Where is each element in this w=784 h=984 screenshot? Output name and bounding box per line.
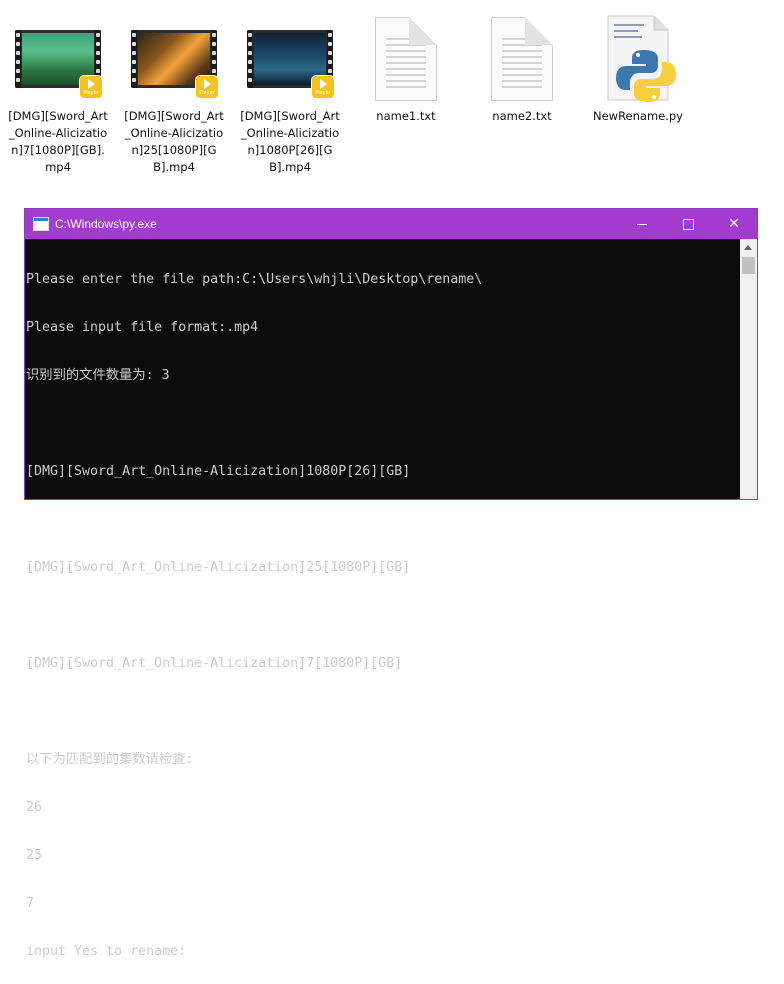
console-window[interactable]: C:\Windows\py.exe ✕ Please enter the fil…: [24, 208, 758, 959]
scroll-up-icon[interactable]: [744, 245, 752, 250]
console-line: [DMG][Sword_Art_Online-Alicization]7[108…: [26, 656, 403, 671]
python-file-icon: [594, 14, 682, 104]
console-line: [DMG][Sword_Art_Online-Alicization]25[10…: [26, 560, 411, 575]
console-line: input Yes to rename:: [26, 944, 187, 959]
maximize-icon: [682, 218, 694, 230]
desktop-file-newrename-py[interactable]: NewRename.py: [588, 14, 688, 125]
console-line: [DMG][Sword_Art_Online-Alicization]1080P…: [26, 464, 411, 479]
console-output[interactable]: Please enter the file path:C:\Users\whjl…: [25, 239, 740, 959]
console-line: 26: [26, 800, 43, 815]
desktop-file-name2-txt[interactable]: name2.txt: [472, 14, 572, 125]
desktop-file-name1-txt[interactable]: name1.txt: [356, 14, 456, 125]
console-line: 25: [26, 848, 43, 863]
video-thumbnail: Player: [14, 14, 102, 104]
console-line: 7: [26, 896, 35, 911]
file-name-label: name1.txt: [376, 109, 436, 123]
video-thumbnail: Player: [246, 14, 334, 104]
text-file-icon: [478, 14, 566, 104]
file-name-label: [DMG][Sword_Art_Online-Alicization]7[108…: [8, 109, 108, 174]
video-thumbnail: Player: [130, 14, 218, 104]
title-bar[interactable]: C:\Windows\py.exe ✕: [25, 209, 757, 239]
text-file-icon: [362, 14, 450, 104]
desktop-file-video-25[interactable]: Player [DMG][Sword_Art_Online-Alicizatio…: [124, 14, 224, 176]
window-title: C:\Windows\py.exe: [55, 217, 157, 231]
file-name-label: [DMG][Sword_Art_Online-Alicization]25[10…: [124, 109, 224, 174]
console-app-icon: [33, 217, 49, 231]
close-button[interactable]: ✕: [711, 209, 757, 239]
close-icon: ✕: [728, 216, 740, 232]
player-badge-icon: Player: [80, 76, 102, 98]
maximize-button[interactable]: [665, 209, 711, 239]
console-line: Please enter the file path:C:\Users\whjl…: [26, 272, 483, 287]
desktop-file-video-7[interactable]: Player [DMG][Sword_Art_Online-Alicizatio…: [8, 14, 108, 176]
minimize-icon: [637, 223, 647, 225]
scrollbar-thumb[interactable]: [742, 257, 755, 274]
minimize-button[interactable]: [619, 209, 665, 239]
file-name-label: [DMG][Sword_Art_Online-Alicization]1080P…: [240, 109, 340, 174]
file-name-label: NewRename.py: [592, 109, 683, 123]
console-line: Please input file format:.mp4: [26, 320, 259, 335]
vertical-scrollbar[interactable]: [740, 239, 757, 499]
file-name-label: name2.txt: [492, 109, 552, 123]
console-line: 识别到的文件数量为: 3: [26, 368, 170, 383]
player-badge-icon: Player: [312, 76, 334, 98]
console-line: 以下为匹配到的集数请检查:: [26, 752, 194, 767]
desktop-file-video-26[interactable]: Player [DMG][Sword_Art_Online-Alicizatio…: [240, 14, 340, 176]
player-badge-icon: Player: [196, 76, 218, 98]
